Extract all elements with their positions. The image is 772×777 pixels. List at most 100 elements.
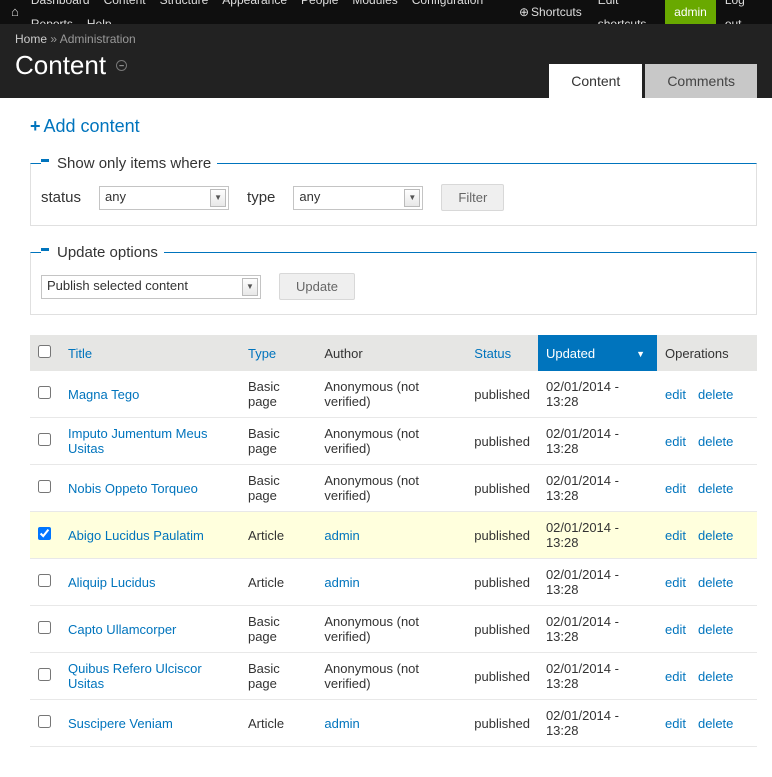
- delete-link[interactable]: delete: [698, 528, 733, 543]
- shortcuts-link[interactable]: ⊕Shortcuts: [512, 0, 589, 24]
- edit-link[interactable]: edit: [665, 434, 686, 449]
- breadcrumb-home[interactable]: Home: [15, 32, 47, 46]
- row-type: Article: [240, 700, 316, 747]
- author-link[interactable]: admin: [324, 528, 359, 543]
- row-checkbox[interactable]: [38, 480, 51, 493]
- status-select[interactable]: any ▼: [99, 186, 229, 210]
- table-row: Imputo Jumentum Meus UsitasBasic pageAno…: [30, 418, 757, 465]
- toolbar-item-appearance[interactable]: Appearance: [215, 0, 294, 12]
- row-checkbox[interactable]: [38, 386, 51, 399]
- author-link[interactable]: admin: [324, 575, 359, 590]
- row-type: Article: [240, 559, 316, 606]
- row-title-link[interactable]: Capto Ullamcorper: [68, 622, 176, 637]
- author-text: Anonymous (not verified): [324, 473, 419, 503]
- filter-fieldset: Show only items where status any▼ type a…: [30, 155, 757, 226]
- toolbar-item-dashboard[interactable]: Dashboard: [24, 0, 97, 12]
- table-row: Quibus Refero Ulciscor Usitas Basic page A…: [30, 653, 757, 700]
- filter-button[interactable]: Filter: [441, 184, 504, 211]
- add-content-label: Add content: [44, 116, 140, 136]
- toolbar-item-people[interactable]: People: [294, 0, 345, 12]
- author-text: Anonymous (not verified): [324, 614, 419, 644]
- table-row: Abigo Lucidus PaulatimArticleadminpublis…: [30, 512, 757, 559]
- row-checkbox[interactable]: [38, 621, 51, 634]
- edit-link[interactable]: edit: [665, 575, 686, 590]
- delete-link[interactable]: delete: [698, 716, 733, 731]
- col-title[interactable]: Title: [60, 335, 240, 371]
- edit-link[interactable]: edit: [665, 716, 686, 731]
- row-title-link[interactable]: Magna Tego: [68, 387, 139, 402]
- breadcrumb: Home » Administration: [15, 32, 757, 46]
- row-status: published: [466, 512, 538, 559]
- row-updated: 02/01/2014 - 13:28: [538, 512, 657, 559]
- col-type[interactable]: Type: [240, 335, 316, 371]
- plus-icon: +: [30, 116, 41, 136]
- toolbar-item-configuration[interactable]: Configuration: [405, 0, 490, 12]
- row-updated: 02/01/2014 - 13:28: [538, 559, 657, 606]
- row-type: Basic page: [240, 418, 316, 465]
- row-title-link[interactable]: Suscipere Veniam: [68, 716, 173, 731]
- home-icon[interactable]: ⌂: [6, 0, 24, 24]
- toolbar-item-content[interactable]: Content: [97, 0, 153, 12]
- edit-link[interactable]: edit: [665, 528, 686, 543]
- table-header-row: Title Type Author Status Updated▼ Operat…: [30, 335, 757, 371]
- row-status: published: [466, 418, 538, 465]
- delete-link[interactable]: delete: [698, 434, 733, 449]
- row-title-link[interactable]: Aliquip Lucidus: [68, 575, 155, 590]
- delete-link[interactable]: delete: [698, 481, 733, 496]
- author-text: Anonymous (not verified): [324, 379, 419, 409]
- row-type: Basic page: [240, 606, 316, 653]
- table-row: Aliquip LucidusArticleadminpublished02/0…: [30, 559, 757, 606]
- row-checkbox[interactable]: [38, 668, 51, 681]
- add-content-link[interactable]: +Add content: [30, 116, 140, 136]
- col-author: Author: [316, 335, 466, 371]
- chevron-down-icon: ▼: [242, 278, 258, 296]
- edit-link[interactable]: edit: [665, 387, 686, 402]
- admin-toolbar: ⌂ DashboardContentStructureAppearancePeo…: [0, 0, 772, 24]
- row-checkbox[interactable]: [38, 574, 51, 587]
- collapse-icon[interactable]: –: [116, 60, 127, 71]
- shortcuts-label: Shortcuts: [531, 5, 582, 19]
- table-row: Suscipere VeniamArticleadminpublished02/…: [30, 700, 757, 747]
- row-checkbox[interactable]: [38, 715, 51, 728]
- author-text: Anonymous (not verified): [324, 661, 419, 691]
- type-select[interactable]: any▼: [293, 186, 423, 210]
- row-updated: 02/01/2014 - 13:28: [538, 371, 657, 418]
- admin-user-link[interactable]: admin: [665, 0, 716, 24]
- type-label: type: [247, 189, 275, 206]
- col-checkbox: [30, 335, 60, 371]
- tab-comments[interactable]: Comments: [645, 64, 757, 98]
- author-link[interactable]: admin: [324, 716, 359, 731]
- delete-link[interactable]: delete: [698, 622, 733, 637]
- col-updated[interactable]: Updated▼: [538, 335, 657, 371]
- row-type: Basic page: [240, 653, 316, 700]
- edit-link[interactable]: edit: [665, 481, 686, 496]
- status-label: status: [41, 189, 81, 206]
- breadcrumb-current: Administration: [60, 32, 136, 46]
- delete-link[interactable]: delete: [698, 387, 733, 402]
- page-title-text: Content: [15, 50, 106, 81]
- content-body: +Add content Show only items where statu…: [0, 98, 772, 777]
- row-checkbox[interactable]: [38, 527, 51, 540]
- row-title-link[interactable]: Quibus Refero Ulciscor Usitas: [68, 661, 202, 691]
- row-title-link[interactable]: Imputo Jumentum Meus Usitas: [68, 426, 207, 456]
- toolbar-item-modules[interactable]: Modules: [345, 0, 404, 12]
- delete-link[interactable]: delete: [698, 669, 733, 684]
- row-checkbox[interactable]: [38, 433, 51, 446]
- delete-link[interactable]: delete: [698, 575, 733, 590]
- update-action-select[interactable]: Publish selected content▼: [41, 275, 261, 299]
- status-value: any: [105, 189, 126, 204]
- edit-link[interactable]: edit: [665, 669, 686, 684]
- row-type: Basic page: [240, 465, 316, 512]
- select-all-checkbox[interactable]: [38, 345, 51, 358]
- update-button[interactable]: Update: [279, 273, 355, 300]
- edit-link[interactable]: edit: [665, 622, 686, 637]
- row-title-link[interactable]: Nobis Oppeto Torqueo: [68, 481, 198, 496]
- row-title-link[interactable]: Abigo Lucidus Paulatim: [68, 528, 204, 543]
- update-row: Publish selected content▼ Update: [41, 273, 746, 300]
- col-status[interactable]: Status: [466, 335, 538, 371]
- toolbar-item-structure[interactable]: Structure: [153, 0, 216, 12]
- update-legend: Update options: [41, 244, 164, 261]
- tab-content[interactable]: Content: [549, 64, 642, 98]
- row-status: published: [466, 700, 538, 747]
- chevron-down-icon: ▼: [210, 189, 226, 207]
